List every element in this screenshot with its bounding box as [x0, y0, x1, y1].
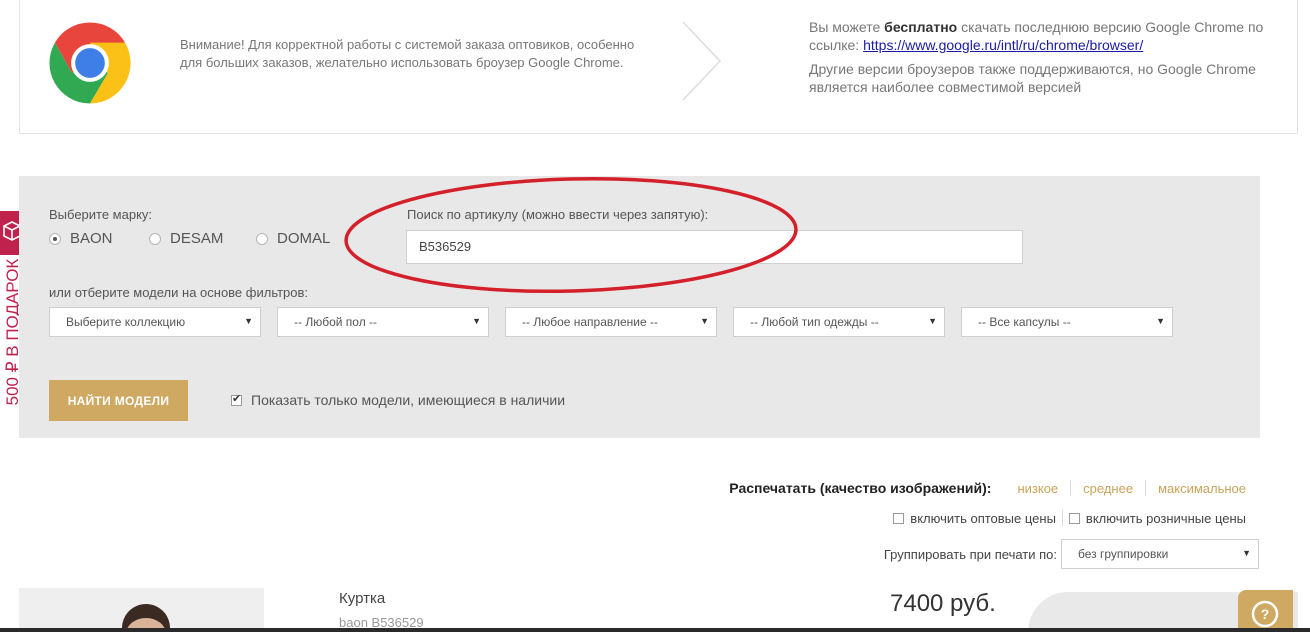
direction-select[interactable]: -- Любое направление -- ▼ [505, 307, 717, 337]
in-stock-toggle[interactable]: Показать только модели, имеющиеся в нали… [231, 392, 565, 408]
other-browsers-text: Другие версии броузеров также поддержива… [809, 61, 1256, 95]
capsule-select[interactable]: -- Все капсулы -- ▼ [961, 307, 1173, 337]
svg-text:?: ? [1261, 606, 1270, 622]
dropdown-arrow-icon: ▼ [244, 316, 253, 326]
print-quality-medium[interactable]: среднее [1071, 481, 1145, 496]
print-label: Распечатать (качество изображений): [729, 480, 992, 496]
collection-select[interactable]: Выберите коллекцию ▼ [49, 307, 261, 337]
chrome-recommendation-banner: Внимание! Для корректной работы с систем… [19, 0, 1298, 134]
gender-select[interactable]: -- Любой пол -- ▼ [277, 307, 489, 337]
filter-panel: Выберите марку: BAON DESAM DOMAL Поиск п… [19, 176, 1260, 438]
chrome-logo-icon [49, 22, 131, 104]
product-image[interactable] [19, 588, 264, 632]
radio-icon [149, 232, 161, 245]
brand-radio-desam[interactable]: DESAM [149, 230, 223, 247]
model-photo-icon [122, 604, 170, 632]
radio-icon [256, 232, 268, 245]
dropdown-arrow-icon: ▼ [928, 316, 937, 326]
dropdown-arrow-icon: ▼ [472, 316, 481, 326]
checkbox-checked-icon[interactable] [231, 392, 242, 406]
print-grouping: Группировать при печати по: без группиро… [884, 539, 1259, 569]
chevron-right-icon [682, 21, 722, 101]
grouping-select[interactable]: без группировки ▼ [1061, 539, 1259, 569]
chrome-download-link[interactable]: https://www.google.ru/intl/ru/chrome/bro… [863, 37, 1143, 53]
chrome-download-info: Вы можете бесплатно скачать последнюю ве… [809, 18, 1289, 96]
checkbox-icon[interactable] [1068, 512, 1080, 524]
radio-icon [49, 232, 61, 245]
article-search-input[interactable]: B536529 [406, 230, 1023, 264]
print-quality-low[interactable]: низкое [1005, 481, 1070, 496]
price-options: включить оптовые цены включить розничные… [887, 510, 1246, 526]
brand-radio-domal[interactable]: DOMAL [256, 230, 330, 247]
retail-prices-toggle[interactable]: включить розничные цены [1063, 511, 1246, 526]
filter-label: или отберите модели на основе фильтров: [49, 285, 309, 300]
help-chat-icon[interactable]: ? [1238, 590, 1293, 632]
print-options: Распечатать (качество изображений): низк… [729, 480, 1246, 496]
product-name[interactable]: Куртка [339, 590, 385, 607]
checkbox-icon[interactable] [893, 512, 905, 524]
print-quality-max[interactable]: максимальное [1146, 481, 1246, 496]
group-label: Группировать при печати по: [883, 546, 1057, 562]
search-label: Поиск по артикулу (можно ввести через за… [407, 207, 709, 222]
dropdown-arrow-icon: ▼ [1156, 316, 1165, 326]
browser-warning-text: Внимание! Для корректной работы с систем… [180, 37, 635, 70]
download-text: Вы можете бесплатно скачать последнюю ве… [809, 19, 1264, 53]
product-price: 7400 руб. [890, 590, 996, 617]
brand-label: Выберите марку: [49, 207, 153, 222]
dropdown-arrow-icon: ▼ [1242, 548, 1251, 558]
bottom-bar [0, 628, 1310, 632]
dropdown-arrow-icon: ▼ [700, 316, 709, 326]
clothing-type-select[interactable]: -- Любой тип одежды -- ▼ [733, 307, 945, 337]
wholesale-prices-toggle[interactable]: включить оптовые цены [887, 511, 1062, 526]
brand-radio-baon[interactable]: BAON [49, 230, 113, 247]
find-models-button[interactable]: НАЙТИ МОДЕЛИ [49, 380, 188, 421]
